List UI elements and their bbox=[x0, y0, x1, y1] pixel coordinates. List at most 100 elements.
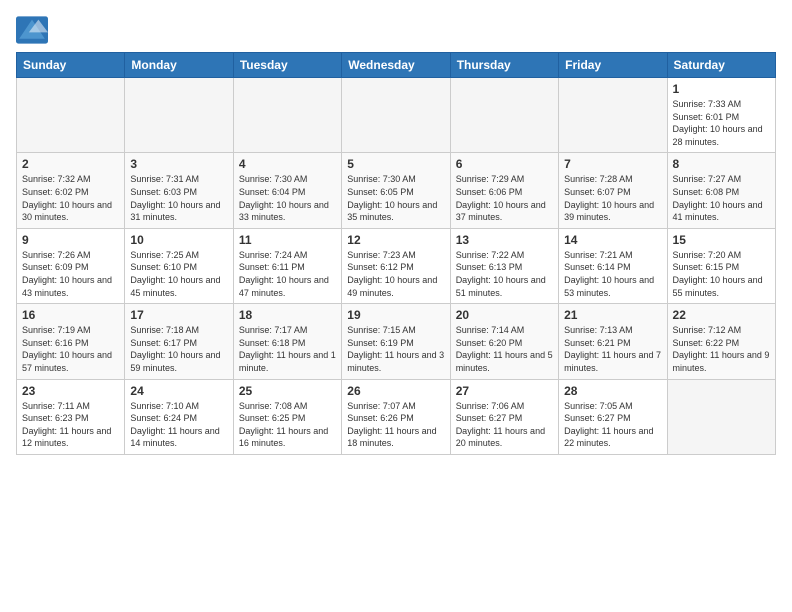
weekday-header: Friday bbox=[559, 53, 667, 78]
day-info: Sunrise: 7:27 AM Sunset: 6:08 PM Dayligh… bbox=[673, 173, 770, 223]
calendar-cell bbox=[559, 78, 667, 153]
logo bbox=[16, 16, 52, 44]
day-number: 25 bbox=[239, 384, 336, 398]
weekday-header-row: SundayMondayTuesdayWednesdayThursdayFrid… bbox=[17, 53, 776, 78]
day-info: Sunrise: 7:19 AM Sunset: 6:16 PM Dayligh… bbox=[22, 324, 119, 374]
calendar-cell: 14Sunrise: 7:21 AM Sunset: 6:14 PM Dayli… bbox=[559, 228, 667, 303]
calendar-week-row: 2 Sunrise: 7:32 AM Sunset: 6:02 PM Daylig… bbox=[17, 153, 776, 228]
day-info: Sunrise: 7:33 AM Sunset: 6:01 PM Dayligh… bbox=[673, 98, 770, 148]
calendar-week-row: 23 Sunrise: 7:11 AM Sunset: 6:23 PM Dayli… bbox=[17, 379, 776, 454]
calendar-cell: 19Sunrise: 7:15 AM Sunset: 6:19 PM Dayli… bbox=[342, 304, 450, 379]
calendar-cell bbox=[342, 78, 450, 153]
day-info: Sunrise: 7:10 AM Sunset: 6:24 PM Dayligh… bbox=[130, 400, 227, 450]
day-number: 18 bbox=[239, 308, 336, 322]
day-info: Sunrise: 7:06 AM Sunset: 6:27 PM Dayligh… bbox=[456, 400, 553, 450]
calendar-cell: 3Sunrise: 7:31 AM Sunset: 6:03 PM Daylig… bbox=[125, 153, 233, 228]
day-info: Sunrise: 7:30 AM Sunset: 6:05 PM Dayligh… bbox=[347, 173, 444, 223]
day-number: 22 bbox=[673, 308, 770, 322]
day-number: 9 bbox=[22, 233, 119, 247]
day-info: Sunrise: 7:26 AM Sunset: 6:09 PM Dayligh… bbox=[22, 249, 119, 299]
calendar-cell bbox=[233, 78, 341, 153]
calendar-cell: 20 Sunrise: 7:14 AM Sunset: 6:20 PM Dayli… bbox=[450, 304, 558, 379]
calendar-cell: 28 Sunrise: 7:05 AM Sunset: 6:27 PM Dayli… bbox=[559, 379, 667, 454]
day-number: 4 bbox=[239, 157, 336, 171]
day-number: 13 bbox=[456, 233, 553, 247]
day-info: Sunrise: 7:20 AM Sunset: 6:15 PM Dayligh… bbox=[673, 249, 770, 299]
day-info: Sunrise: 7:11 AM Sunset: 6:23 PM Dayligh… bbox=[22, 400, 119, 450]
calendar-cell bbox=[450, 78, 558, 153]
calendar-cell: 23 Sunrise: 7:11 AM Sunset: 6:23 PM Dayli… bbox=[17, 379, 125, 454]
day-info: Sunrise: 7:23 AM Sunset: 6:12 PM Dayligh… bbox=[347, 249, 444, 299]
calendar-cell bbox=[17, 78, 125, 153]
day-info: Sunrise: 7:12 AM Sunset: 6:22 PM Dayligh… bbox=[673, 324, 770, 374]
day-info: Sunrise: 7:07 AM Sunset: 6:26 PM Dayligh… bbox=[347, 400, 444, 450]
day-number: 19 bbox=[347, 308, 444, 322]
calendar-cell: 1 Sunrise: 7:33 AM Sunset: 6:01 PM Daylig… bbox=[667, 78, 775, 153]
day-number: 8 bbox=[673, 157, 770, 171]
calendar-cell: 5 Sunrise: 7:30 AM Sunset: 6:05 PM Daylig… bbox=[342, 153, 450, 228]
calendar-week-row: 9 Sunrise: 7:26 AM Sunset: 6:09 PM Daylig… bbox=[17, 228, 776, 303]
day-number: 10 bbox=[130, 233, 227, 247]
calendar-cell: 6 Sunrise: 7:29 AM Sunset: 6:06 PM Daylig… bbox=[450, 153, 558, 228]
day-info: Sunrise: 7:29 AM Sunset: 6:06 PM Dayligh… bbox=[456, 173, 553, 223]
day-number: 1 bbox=[673, 82, 770, 96]
weekday-header: Tuesday bbox=[233, 53, 341, 78]
day-number: 27 bbox=[456, 384, 553, 398]
calendar-cell: 7 Sunrise: 7:28 AM Sunset: 6:07 PM Daylig… bbox=[559, 153, 667, 228]
day-info: Sunrise: 7:08 AM Sunset: 6:25 PM Dayligh… bbox=[239, 400, 336, 450]
day-number: 2 bbox=[22, 157, 119, 171]
calendar-cell: 15 Sunrise: 7:20 AM Sunset: 6:15 PM Dayli… bbox=[667, 228, 775, 303]
day-number: 7 bbox=[564, 157, 661, 171]
calendar-cell: 17 Sunrise: 7:18 AM Sunset: 6:17 PM Dayli… bbox=[125, 304, 233, 379]
day-info: Sunrise: 7:17 AM Sunset: 6:18 PM Dayligh… bbox=[239, 324, 336, 374]
day-info: Sunrise: 7:24 AM Sunset: 6:11 PM Dayligh… bbox=[239, 249, 336, 299]
logo-icon bbox=[16, 16, 48, 44]
weekday-header: Monday bbox=[125, 53, 233, 78]
day-info: Sunrise: 7:28 AM Sunset: 6:07 PM Dayligh… bbox=[564, 173, 661, 223]
day-number: 5 bbox=[347, 157, 444, 171]
calendar-cell: 4 Sunrise: 7:30 AM Sunset: 6:04 PM Daylig… bbox=[233, 153, 341, 228]
calendar-cell: 24Sunrise: 7:10 AM Sunset: 6:24 PM Dayli… bbox=[125, 379, 233, 454]
calendar-cell: 10 Sunrise: 7:25 AM Sunset: 6:10 PM Dayli… bbox=[125, 228, 233, 303]
day-number: 3 bbox=[130, 157, 227, 171]
day-number: 23 bbox=[22, 384, 119, 398]
day-info: Sunrise: 7:22 AM Sunset: 6:13 PM Dayligh… bbox=[456, 249, 553, 299]
day-info: Sunrise: 7:05 AM Sunset: 6:27 PM Dayligh… bbox=[564, 400, 661, 450]
calendar: SundayMondayTuesdayWednesdayThursdayFrid… bbox=[16, 52, 776, 455]
day-number: 16 bbox=[22, 308, 119, 322]
day-info: Sunrise: 7:14 AM Sunset: 6:20 PM Dayligh… bbox=[456, 324, 553, 374]
day-number: 12 bbox=[347, 233, 444, 247]
day-info: Sunrise: 7:13 AM Sunset: 6:21 PM Dayligh… bbox=[564, 324, 661, 374]
day-number: 28 bbox=[564, 384, 661, 398]
calendar-cell: 9 Sunrise: 7:26 AM Sunset: 6:09 PM Daylig… bbox=[17, 228, 125, 303]
calendar-cell bbox=[125, 78, 233, 153]
page-header bbox=[16, 16, 776, 44]
day-number: 14 bbox=[564, 233, 661, 247]
day-info: Sunrise: 7:30 AM Sunset: 6:04 PM Dayligh… bbox=[239, 173, 336, 223]
calendar-cell: 21 Sunrise: 7:13 AM Sunset: 6:21 PM Dayli… bbox=[559, 304, 667, 379]
calendar-week-row: 1 Sunrise: 7:33 AM Sunset: 6:01 PM Daylig… bbox=[17, 78, 776, 153]
calendar-cell: 2 Sunrise: 7:32 AM Sunset: 6:02 PM Daylig… bbox=[17, 153, 125, 228]
day-info: Sunrise: 7:32 AM Sunset: 6:02 PM Dayligh… bbox=[22, 173, 119, 223]
calendar-week-row: 16 Sunrise: 7:19 AM Sunset: 6:16 PM Dayli… bbox=[17, 304, 776, 379]
day-number: 11 bbox=[239, 233, 336, 247]
calendar-cell bbox=[667, 379, 775, 454]
day-number: 6 bbox=[456, 157, 553, 171]
calendar-cell: 8 Sunrise: 7:27 AM Sunset: 6:08 PM Daylig… bbox=[667, 153, 775, 228]
calendar-cell: 22 Sunrise: 7:12 AM Sunset: 6:22 PM Dayli… bbox=[667, 304, 775, 379]
day-number: 26 bbox=[347, 384, 444, 398]
day-number: 21 bbox=[564, 308, 661, 322]
day-number: 20 bbox=[456, 308, 553, 322]
weekday-header: Thursday bbox=[450, 53, 558, 78]
weekday-header: Sunday bbox=[17, 53, 125, 78]
calendar-cell: 26 Sunrise: 7:07 AM Sunset: 6:26 PM Dayli… bbox=[342, 379, 450, 454]
day-info: Sunrise: 7:25 AM Sunset: 6:10 PM Dayligh… bbox=[130, 249, 227, 299]
day-number: 15 bbox=[673, 233, 770, 247]
weekday-header: Wednesday bbox=[342, 53, 450, 78]
day-number: 17 bbox=[130, 308, 227, 322]
calendar-cell: 13 Sunrise: 7:22 AM Sunset: 6:13 PM Dayli… bbox=[450, 228, 558, 303]
calendar-cell: 11 Sunrise: 7:24 AM Sunset: 6:11 PM Dayli… bbox=[233, 228, 341, 303]
weekday-header: Saturday bbox=[667, 53, 775, 78]
calendar-cell: 25 Sunrise: 7:08 AM Sunset: 6:25 PM Dayli… bbox=[233, 379, 341, 454]
day-info: Sunrise: 7:18 AM Sunset: 6:17 PM Dayligh… bbox=[130, 324, 227, 374]
